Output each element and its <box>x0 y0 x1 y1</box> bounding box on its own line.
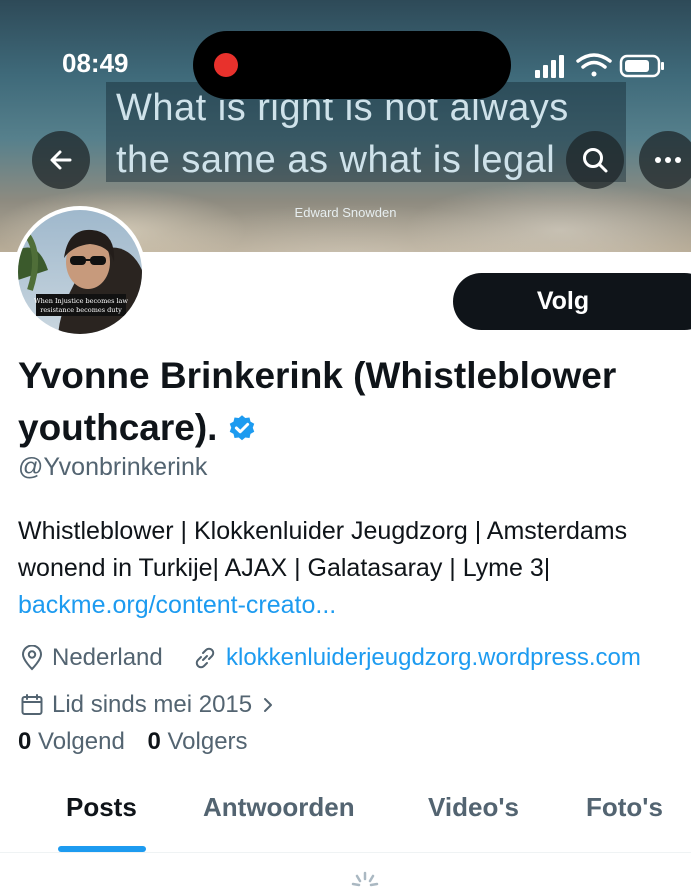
bio-link[interactable]: backme.org/content-creato... <box>18 587 691 624</box>
follow-button[interactable]: Volg <box>453 273 691 330</box>
joined-label: Lid sinds mei 2015 <box>52 691 253 718</box>
banner-quote-line2: the same as what is legal <box>116 139 556 181</box>
back-button[interactable] <box>32 131 90 189</box>
location: Nederland <box>20 644 163 672</box>
avatar-caption-line1: When Injustice becomes law <box>34 297 128 305</box>
display-name: Yvonne Brinkerink (Whistleblower youthca… <box>18 350 688 454</box>
verified-badge-icon[interactable] <box>227 414 257 444</box>
profile-tabs: Posts Antwoorden Video's Foto's <box>0 792 691 852</box>
tab-photos[interactable]: Foto's <box>586 792 663 823</box>
following-stat[interactable]: 0 Volgend <box>18 728 125 755</box>
tabs-divider <box>0 852 691 853</box>
chevron-right-icon <box>264 698 273 712</box>
status-time: 08:49 <box>62 48 129 78</box>
status-icons <box>535 53 664 78</box>
location-pin-icon <box>21 645 43 671</box>
recording-indicator <box>214 53 238 77</box>
display-name-line1: Yvonne Brinkerink (Whistleblower <box>18 355 617 396</box>
search-icon <box>583 148 608 173</box>
arrow-left-icon <box>50 150 72 170</box>
signal-icon <box>535 55 564 78</box>
avatar-photo: When Injustice becomes law resistance be… <box>18 210 142 334</box>
location-label: Nederland <box>52 644 163 671</box>
loading-spinner-icon <box>351 871 379 887</box>
joined-date[interactable]: Lid sinds mei 2015 <box>20 691 276 719</box>
bio: Whistleblower | Klokkenluider Jeugdzorg … <box>18 513 691 624</box>
link-icon <box>195 647 215 669</box>
wifi-icon <box>576 53 612 77</box>
dynamic-island <box>193 31 511 99</box>
calendar-icon <box>21 694 43 715</box>
tab-replies[interactable]: Antwoorden <box>203 792 355 823</box>
handle: @Yvonbrinkerink <box>18 453 208 481</box>
more-options-button[interactable] <box>639 131 691 189</box>
following-label: Volgend <box>38 728 125 755</box>
battery-icon <box>619 54 664 78</box>
follow-counts: 0 Volgend 0 Volgers <box>18 728 248 756</box>
search-button[interactable] <box>566 131 624 189</box>
bio-line1: Whistleblower | Klokkenluider Jeugdzorg … <box>18 517 628 545</box>
tab-videos[interactable]: Video's <box>428 792 519 823</box>
avatar[interactable]: When Injustice becomes law resistance be… <box>14 206 146 338</box>
website-link[interactable]: klokkenluiderjeugdzorg.wordpress.com <box>226 644 641 672</box>
followers-label: Volgers <box>167 728 248 755</box>
tab-posts[interactable]: Posts <box>66 792 137 823</box>
followers-stat[interactable]: 0 Volgers <box>147 728 247 755</box>
following-count: 0 <box>18 728 32 755</box>
display-name-line2-wrap: youthcare). <box>18 402 688 454</box>
display-name-line2: youthcare). <box>18 407 218 448</box>
bio-line2: wonend in Turkije| AJAX | Galatasaray | … <box>18 554 551 582</box>
website[interactable]: klokkenluiderjeugdzorg.wordpress.com <box>192 644 641 672</box>
avatar-caption-line2: resistance becomes duty <box>40 306 122 314</box>
more-icon <box>655 157 681 163</box>
followers-count: 0 <box>147 728 161 755</box>
